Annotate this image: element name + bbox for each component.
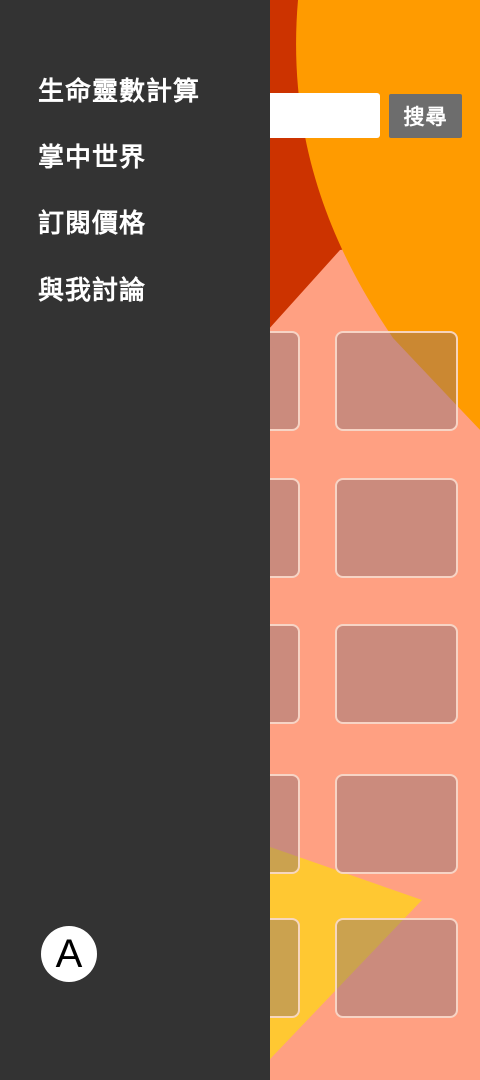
- menu-item-subscription-price[interactable]: 訂閱價格: [38, 207, 146, 241]
- avatar[interactable]: A: [41, 926, 97, 982]
- search-button[interactable]: 搜尋: [389, 94, 462, 138]
- menu-item-palm-world[interactable]: 掌中世界: [38, 141, 146, 175]
- menu-item-discuss[interactable]: 與我討論: [38, 274, 146, 308]
- grid-tile[interactable]: [335, 478, 458, 578]
- grid-tile[interactable]: [335, 774, 458, 874]
- grid-tile[interactable]: [335, 624, 458, 724]
- menu-item-life-number[interactable]: 生命靈數計算: [38, 75, 200, 109]
- navigation-drawer: 生命靈數計算 掌中世界 訂閱價格 與我討論 A: [0, 0, 270, 1080]
- grid-tile[interactable]: [335, 331, 458, 431]
- grid-tile[interactable]: [335, 918, 458, 1018]
